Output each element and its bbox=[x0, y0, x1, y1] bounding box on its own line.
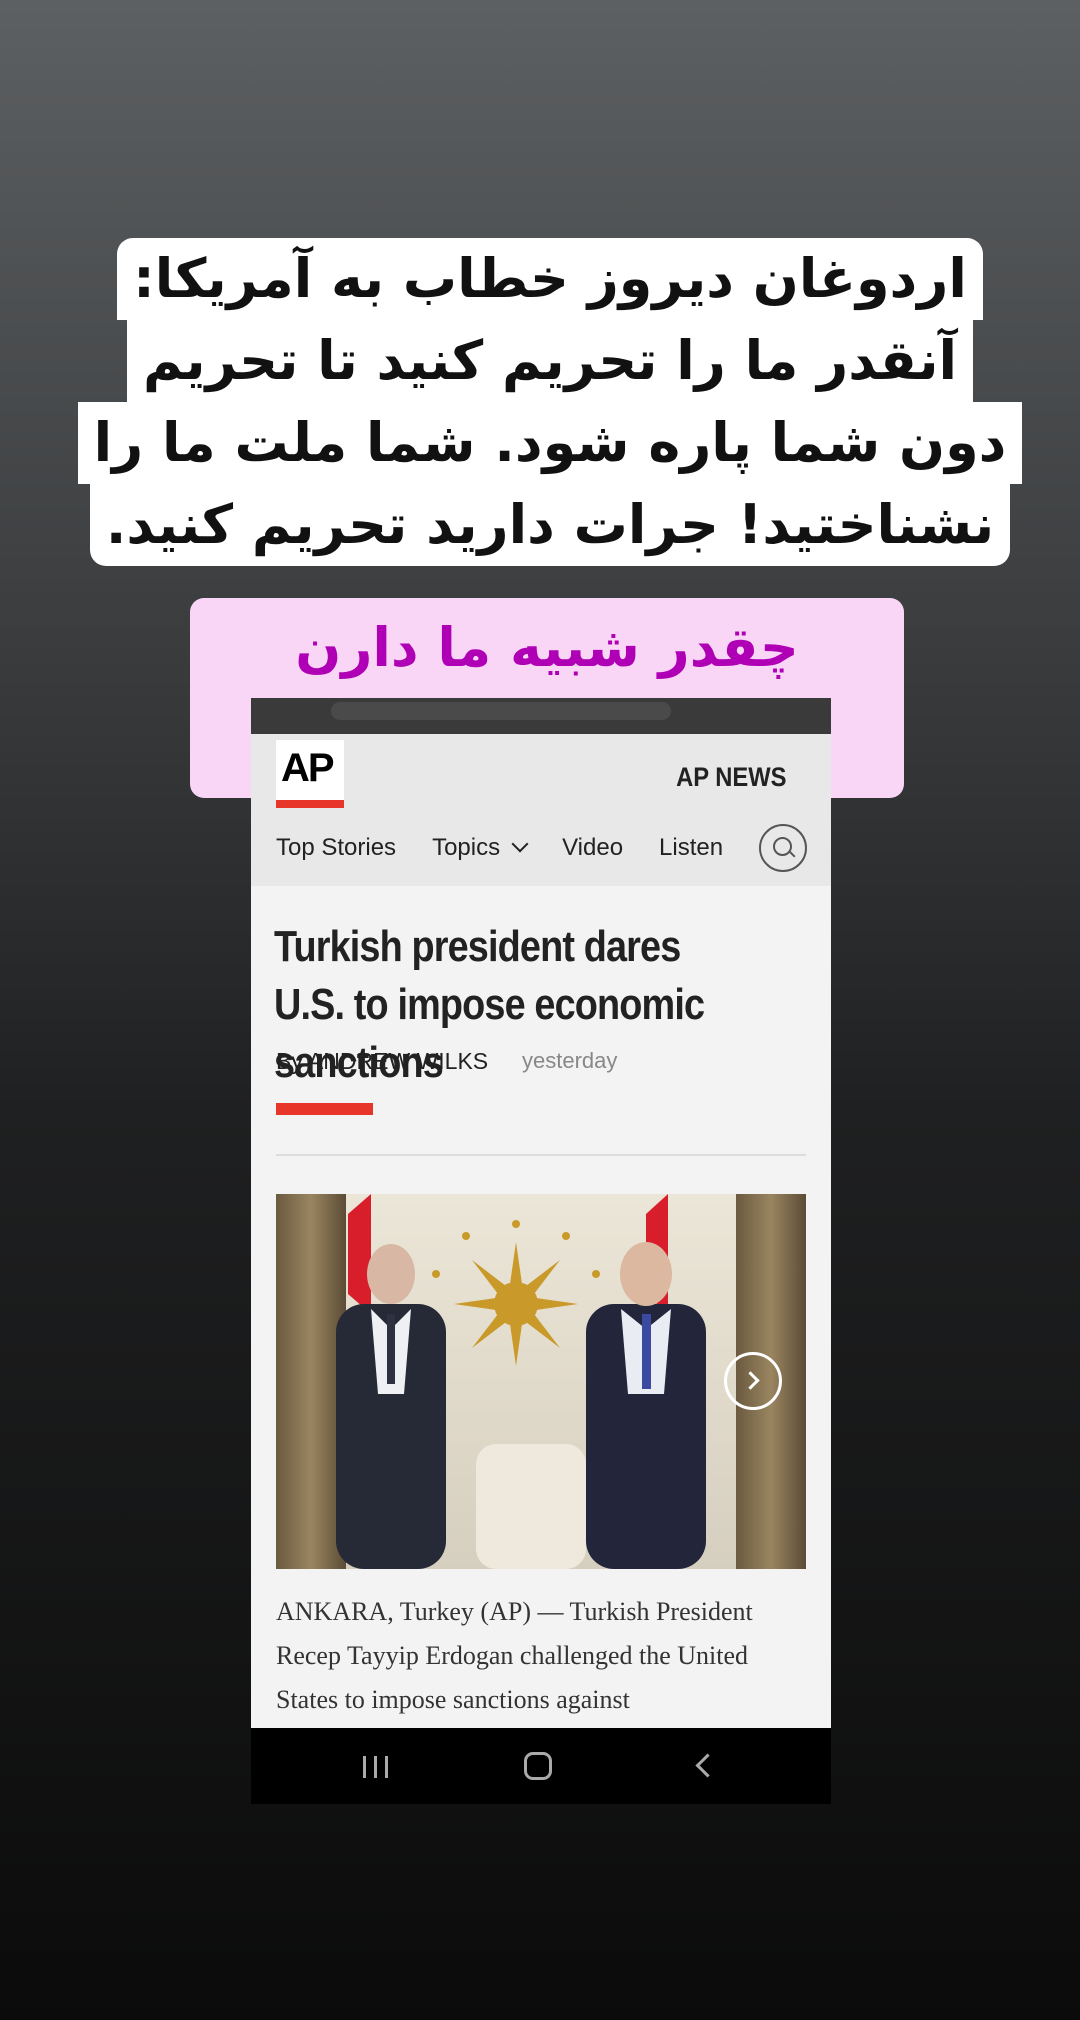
brand-name[interactable]: AP NEWS bbox=[677, 762, 787, 793]
article-photo[interactable] bbox=[276, 1194, 806, 1569]
back-icon[interactable] bbox=[695, 1753, 720, 1778]
chevron-down-icon bbox=[511, 835, 529, 853]
logo-text: AP bbox=[281, 746, 335, 790]
nav-label: Topics bbox=[432, 834, 501, 861]
caption-line: اردوغان دیروز خطاب به آمریکا: bbox=[117, 238, 983, 320]
site-header: AP AP NEWS Top Stories Topics Video List… bbox=[251, 734, 831, 886]
url-bar bbox=[331, 702, 671, 720]
status-bar bbox=[251, 698, 831, 734]
search-icon[interactable] bbox=[759, 824, 807, 872]
caption-text: اردوغان دیروز خطاب به آمریکا: bbox=[117, 238, 983, 320]
recent-apps-icon[interactable] bbox=[363, 1756, 391, 1778]
caption-text: نشناختید! جرات دارید تحریم کنید. bbox=[89, 484, 1011, 566]
logo-underline bbox=[276, 800, 344, 808]
article-date: yesterday bbox=[522, 1048, 618, 1073]
caption-text: دون شما پاره شود. شما ملت ما را bbox=[77, 402, 1023, 484]
comment-overlay: چقدر شبیه ما دارن میشن bbox=[190, 598, 904, 798]
nav-label: Video bbox=[562, 834, 624, 861]
nav-top-stories[interactable]: Top Stories bbox=[276, 834, 396, 862]
phone-screenshot: AP AP NEWS Top Stories Topics Video List… bbox=[251, 698, 831, 1804]
article-body: ANKARA, Turkey (AP) — Turkish President … bbox=[276, 1597, 753, 1714]
caption-line: آنقدر ما را تحریم کنید تا تحریم bbox=[126, 320, 974, 402]
caption-line: نشناختید! جرات دارید تحریم کنید. bbox=[89, 484, 1011, 566]
nav-label: Top Stories bbox=[276, 834, 397, 861]
divider bbox=[276, 1154, 806, 1156]
caption-overlay: اردوغان دیروز خطاب به آمریکا: آنقدر ما ر… bbox=[66, 238, 1034, 566]
caption-text: آنقدر ما را تحریم کنید تا تحریم bbox=[126, 320, 974, 402]
home-icon[interactable] bbox=[524, 1752, 552, 1780]
nav-video[interactable]: Video bbox=[562, 834, 623, 862]
caption-line: دون شما پاره شود. شما ملت ما را bbox=[77, 402, 1023, 484]
nav-label: Listen bbox=[659, 834, 724, 861]
ap-logo[interactable]: AP bbox=[276, 740, 344, 808]
accent-bar bbox=[276, 1103, 373, 1115]
nav-topics[interactable]: Topics bbox=[432, 834, 529, 862]
system-nav-bar bbox=[251, 1728, 831, 1804]
chevron-right-icon[interactable] bbox=[724, 1352, 782, 1410]
main-nav: Top Stories Topics Video Listen bbox=[276, 828, 759, 868]
nav-listen[interactable]: Listen bbox=[659, 834, 723, 862]
article-byline[interactable]: By ANDREW WILKS bbox=[276, 1048, 488, 1075]
